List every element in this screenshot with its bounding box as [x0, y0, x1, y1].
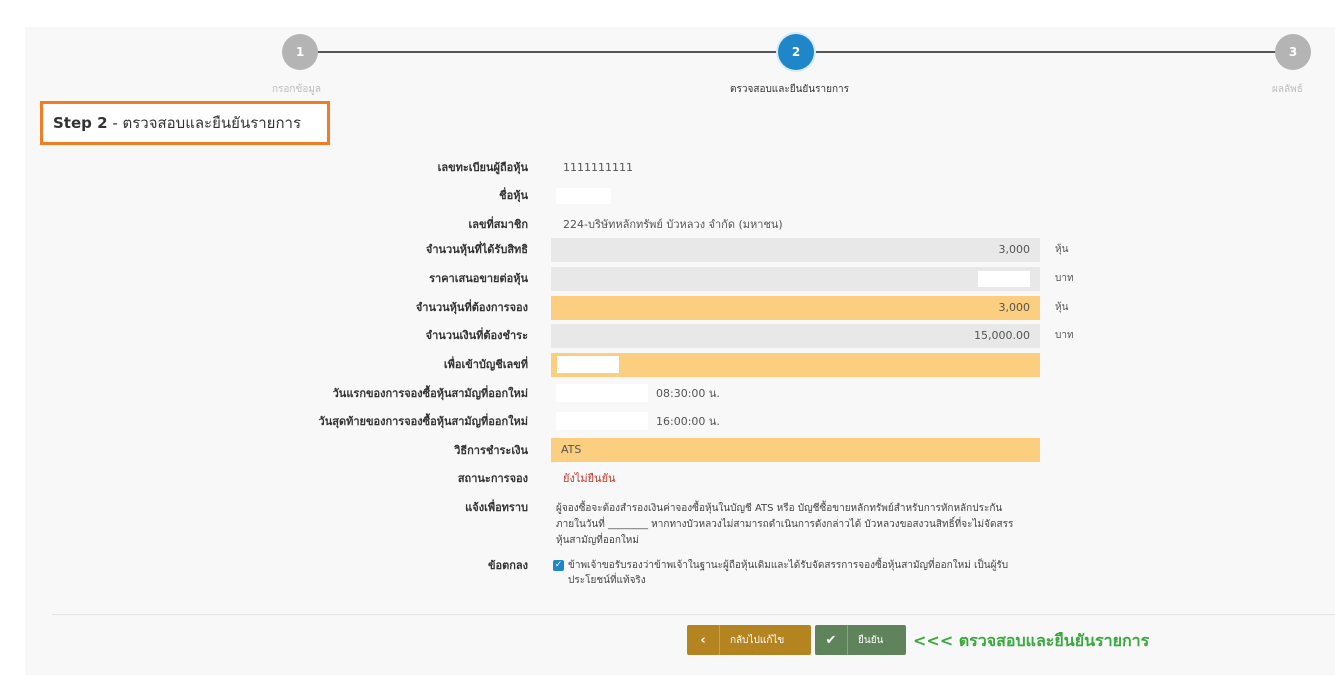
callout-annotation: <<< ตรวจสอบและยืนยันรายการ — [913, 631, 1150, 650]
step-1-label: กรอกข้อมูล — [272, 84, 322, 95]
label-notice: แจ้งเพื่อทราบ — [465, 501, 528, 514]
value-first-day: 08:30:00 น. — [656, 387, 720, 400]
label-account-no: เพื่อเข้าบัญชีเลขที่ — [443, 358, 528, 371]
unit-offer-price: บาท — [1055, 273, 1074, 284]
value-offer-price — [978, 271, 1030, 287]
last-day-date-mask — [556, 412, 648, 430]
label-offer-price: ราคาเสนอขายต่อหุ้น — [429, 272, 528, 285]
field-offer-price — [551, 267, 1040, 291]
unit-shares-to-subscribe: หุ้น — [1055, 302, 1069, 313]
field-entitled-shares: 3,000 — [551, 238, 1040, 262]
confirm-button[interactable]: ✔ ยืนยัน — [815, 625, 906, 655]
step-3-circle: 3 — [1275, 34, 1311, 70]
label-payment-method: วิธีการชำระเงิน — [454, 444, 528, 457]
agreement-row[interactable]: ✓ ข้าพเจ้าขอรับรองว่าข้าพเจ้าในฐานะผู้ถื… — [553, 558, 1023, 588]
step-2-circle: 2 — [778, 34, 814, 70]
value-status: ยังไม่ยืนยัน — [563, 472, 616, 485]
value-member-no: 224-บริษัทหลักทรัพย์ บัวหลวง จำกัด (มหาช… — [563, 218, 783, 231]
value-account-no — [557, 356, 619, 373]
value-stock-name — [556, 188, 611, 204]
page-title-step: Step 2 — [53, 114, 108, 132]
page-title-text: ตรวจสอบและยืนยันรายการ — [122, 114, 302, 132]
chevron-left-icon: ‹ — [687, 625, 720, 655]
label-member-no: เลขที่สมาชิก — [468, 218, 528, 231]
agreement-text: ข้าพเจ้าขอรับรองว่าข้าพเจ้าในฐานะผู้ถือห… — [568, 560, 1009, 586]
label-amount-to-pay: จำนวนเงินที่ต้องชำระ — [425, 329, 528, 342]
unit-entitled-shares: หุ้น — [1055, 244, 1069, 255]
step-3-label: ผลลัพธ์ — [1272, 84, 1303, 95]
label-stock-name: ชื่อหุ้น — [499, 189, 528, 202]
label-first-day: วันแรกของการจองซื้อหุ้นสามัญที่ออกใหม่ — [332, 387, 528, 400]
check-icon: ✔ — [815, 625, 848, 655]
label-shareholder-reg-no: เลขทะเบียนผู้ถือหุ้น — [437, 161, 528, 174]
label-status: สถานะการจอง — [457, 472, 528, 485]
page-title: Step 2 - ตรวจสอบและยืนยันรายการ — [40, 101, 330, 145]
field-amount-to-pay: 15,000.00 — [551, 324, 1040, 348]
label-agreement: ข้อตกลง — [487, 559, 528, 572]
first-day-date-mask — [556, 384, 648, 402]
back-button-label: กลับไปแก้ไข — [730, 634, 785, 646]
value-last-day: 16:00:00 น. — [656, 415, 720, 428]
unit-amount-to-pay: บาท — [1055, 330, 1074, 341]
label-shares-to-subscribe: จำนวนหุ้นที่ต้องการจอง — [415, 301, 528, 314]
label-last-day: วันสุดท้ายของการจองซื้อหุ้นสามัญที่ออกให… — [318, 415, 528, 428]
agreement-checkbox[interactable]: ✓ — [553, 560, 564, 571]
value-shareholder-reg-no: 1111111111 — [563, 161, 633, 174]
back-to-edit-button[interactable]: ‹ กลับไปแก้ไข — [687, 625, 811, 655]
label-entitled-shares: จำนวนหุ้นที่ได้รับสิทธิ — [425, 243, 528, 256]
field-account-no[interactable] — [551, 353, 1040, 377]
page-title-separator: - — [107, 114, 123, 132]
divider — [52, 614, 1335, 615]
confirm-button-label: ยืนยัน — [858, 634, 884, 646]
notice-text: ผู้จองซื้อจะต้องสำรองเงินค่าจองซื้อหุ้นใ… — [556, 503, 1014, 546]
field-shares-to-subscribe[interactable]: 3,000 — [551, 296, 1040, 320]
field-payment-method[interactable]: ATS — [551, 438, 1040, 462]
step-2-label: ตรวจสอบและยืนยันรายการ — [730, 84, 850, 95]
step-1-circle: 1 — [282, 34, 318, 70]
